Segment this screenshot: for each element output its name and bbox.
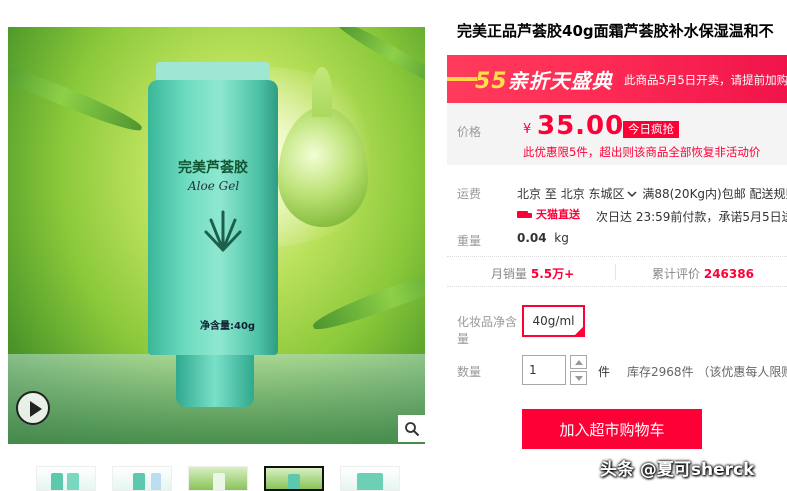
watermark-text: 头条 @夏可sherck [600, 460, 755, 480]
quantity-unit: 件 [598, 365, 611, 379]
ship-to: 北京 东城区 [560, 187, 625, 201]
sku-label: 化妆品净含量 [457, 315, 518, 346]
total-reviews[interactable]: 累计评价 246386 [652, 265, 754, 282]
price-badge: 今日疯抢 [623, 121, 679, 138]
weight-label: 重量 [457, 234, 482, 248]
quantity-input[interactable] [522, 355, 566, 385]
price-label: 价格 [457, 125, 482, 139]
ship-from: 北京 [517, 187, 542, 201]
promo-notice: 此商品5月5日开卖，请提前加购 [624, 73, 787, 87]
weight-value-group: 0.04 kg [517, 231, 569, 245]
tmall-direct-badge: 天猫直送 [517, 206, 580, 222]
stats-divider [615, 264, 616, 280]
aloe-leaf [8, 55, 146, 137]
thumbnail-selected[interactable] [264, 466, 324, 491]
sales-value: 5.5万+ [530, 267, 575, 281]
tmall-direct-label: 天猫直送 [536, 208, 580, 221]
product-tube: 完美芦荟胶 Aloe Gel 净含量:40g [148, 62, 278, 407]
thumbnail-strip [36, 466, 400, 491]
promo-logo-number: 55 [475, 69, 508, 94]
currency-symbol: ¥ [523, 122, 532, 137]
triangle-up-icon [574, 359, 583, 365]
tube-cap [176, 355, 254, 407]
thumbnail[interactable] [36, 466, 96, 491]
quantity-increase-button[interactable] [570, 355, 587, 369]
aloe-plant-icon [204, 210, 242, 252]
thumbnail[interactable] [112, 466, 172, 491]
product-main-image[interactable]: 完美芦荟胶 Aloe Gel 净含量:40g [8, 27, 425, 444]
price-value: 35.00 [537, 111, 625, 141]
video-play-button[interactable] [16, 391, 50, 425]
thumbnail[interactable] [340, 466, 400, 491]
sku-option-text: 40g/ml [532, 314, 575, 328]
shipping-fee: 满88(20Kg内)包邮 配送规则 [642, 187, 787, 201]
stock-info: 库存2968件 （该优惠每人限购 [627, 365, 787, 379]
monthly-sales: 月销量 5.5万+ [491, 265, 574, 282]
weight-unit: kg [554, 231, 569, 245]
delivery-eta: 次日达 23:59前付款，承诺5月5日送 [596, 210, 787, 224]
aloe-leaf [309, 258, 425, 336]
chevron-down-icon [626, 191, 637, 198]
quantity-decrease-button[interactable] [570, 371, 587, 385]
promo-ribbon [447, 77, 477, 81]
zoom-button[interactable] [398, 415, 425, 442]
stats-bar: 月销量 5.5万+ 累计评价 246386 [447, 256, 787, 287]
aloe-leaf [333, 27, 425, 93]
magnifier-icon [404, 421, 419, 436]
sales-label: 月销量 [491, 267, 528, 281]
shipping-route: 北京 至 北京 东城区 满88(20Kg内)包邮 配送规则 [517, 185, 787, 202]
add-to-cart-button[interactable]: 加入超市购物车 [522, 409, 702, 449]
quantity-label: 数量 [457, 365, 482, 379]
thumbnail[interactable] [188, 466, 248, 491]
product-title: 完美正品芦荟胶40g面霜芦荟胶补水保湿温和不 [457, 22, 774, 40]
tube-net-content: 净含量:40g [200, 321, 256, 332]
reviews-label: 累计评价 [652, 267, 701, 281]
ship-to-word: 至 [544, 187, 557, 201]
promo-banner: 55亲折天盛典 此商品5月5日开卖，请提前加购 [447, 55, 787, 103]
promo-logo: 55亲折天盛典 [475, 65, 613, 94]
triangle-down-icon [574, 375, 583, 381]
weight-value: 0.04 [517, 231, 547, 245]
sku-option-selected[interactable]: 40g/ml [522, 305, 585, 337]
shipping-label: 运费 [457, 187, 482, 201]
price-panel: 价格 ¥ 35.00 今日疯抢 此优惠限5件，超出则该商品全部恢复非活动价 [447, 103, 787, 165]
promo-logo-text: 亲折天盛典 [507, 69, 613, 93]
tube-brand-text: 完美芦荟胶 [178, 160, 248, 176]
ship-to-select[interactable]: 北京 东城区 [561, 187, 639, 201]
truck-icon [517, 209, 533, 219]
tube-sub-text: Aloe Gel [188, 179, 240, 193]
price-limit-note: 此优惠限5件，超出则该商品全部恢复非活动价 [523, 145, 761, 159]
reviews-value: 246386 [703, 267, 754, 281]
